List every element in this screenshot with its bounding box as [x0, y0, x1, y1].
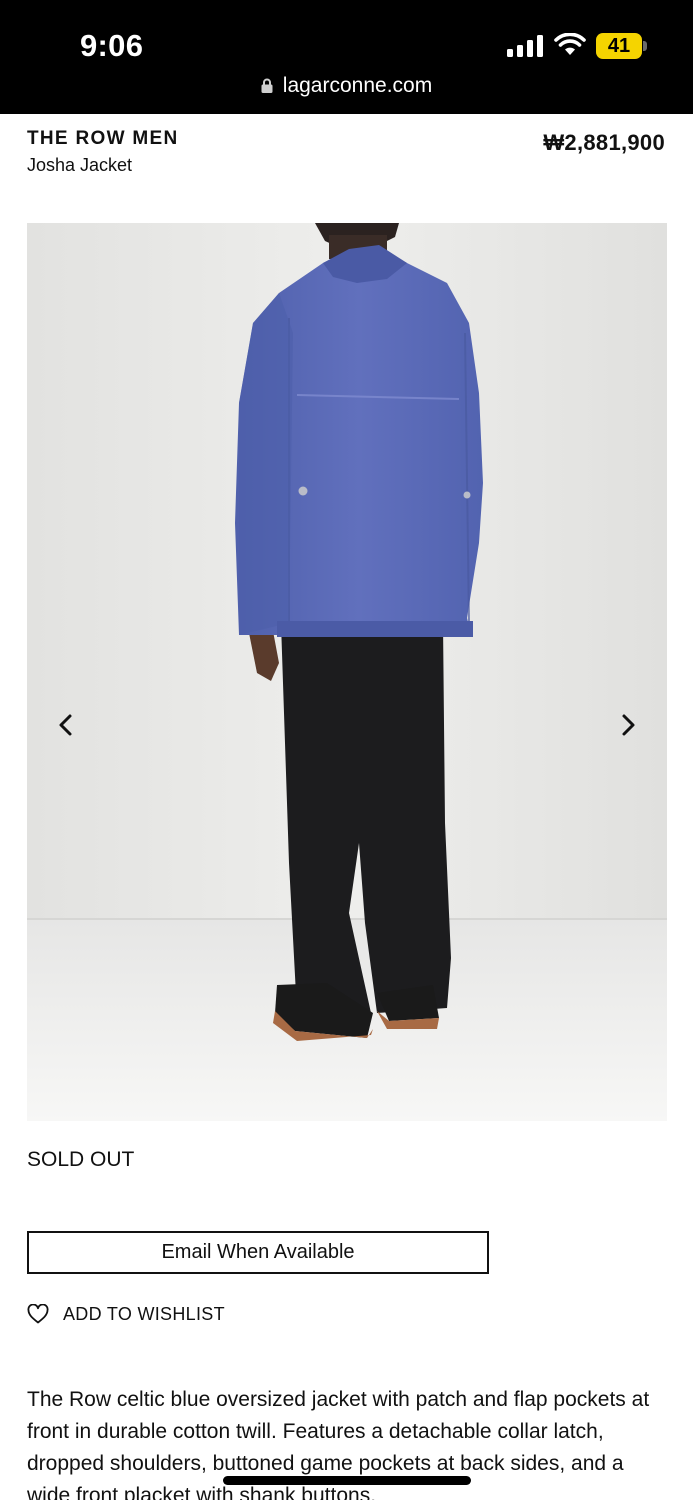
battery-level: 41 — [607, 35, 631, 57]
product-photo — [27, 223, 667, 1121]
url-text: lagarconne.com — [282, 74, 433, 97]
availability-status: SOLD OUT — [27, 1148, 135, 1171]
heart-icon — [27, 1304, 49, 1324]
product-image-gallery[interactable] — [27, 223, 667, 1121]
status-bar: 9:06 41 lagarconne.com — [0, 0, 693, 114]
add-to-wishlist-button[interactable]: ADD TO WISHLIST — [27, 1302, 225, 1326]
home-indicator[interactable] — [223, 1476, 471, 1485]
wifi-icon — [554, 33, 586, 55]
product-price: ₩2,881,900 — [543, 130, 665, 155]
cellular-signal-icon — [507, 35, 543, 57]
email-when-available-button[interactable]: Email When Available — [27, 1231, 489, 1274]
product-name: Josha Jacket — [27, 155, 133, 175]
lock-icon — [261, 78, 273, 93]
address-bar[interactable]: lagarconne.com — [0, 74, 693, 98]
chevron-left-icon[interactable] — [51, 710, 81, 740]
product-brand[interactable]: THE ROW MEN — [27, 128, 179, 150]
chevron-right-icon[interactable] — [613, 710, 643, 740]
battery-icon: 41 — [596, 33, 648, 59]
status-time: 9:06 — [80, 28, 144, 63]
wishlist-label: ADD TO WISHLIST — [63, 1303, 225, 1324]
